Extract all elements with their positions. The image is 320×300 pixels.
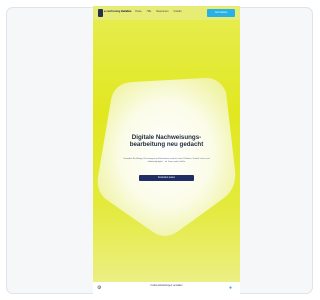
chat-icon[interactable]: ● <box>229 285 232 291</box>
hero-shape <box>97 77 236 236</box>
cookie-bar: ⚙ Cookie-Einstellungen verwalten ● <box>93 282 240 294</box>
site-logo[interactable]: e-rechnung service <box>98 9 132 17</box>
settings-icon[interactable]: ⚙ <box>97 285 101 291</box>
nav-link-hilfe[interactable]: Hilfe <box>147 11 152 14</box>
nav-cta-button[interactable]: Jetzt starten <box>207 9 235 17</box>
nav-link-produkte[interactable]: Produkte <box>121 11 130 14</box>
hero-headline: Digitale Nachweisungs-bearbeitung neu ge… <box>129 134 204 148</box>
logo-mark-icon <box>98 9 103 17</box>
hero-section: Digitale Nachweisungs-bearbeitung neu ge… <box>93 20 240 282</box>
site-header: e-rechnung service Produkte Preise Hilfe… <box>93 6 240 20</box>
cookie-bar-text[interactable]: Cookie-Einstellungen verwalten <box>133 285 200 288</box>
nav-link-ressourcen[interactable]: Ressourcen <box>156 11 168 14</box>
hero-subtext: Verwalten Sie Belege, Rechnungen und Nac… <box>123 158 210 163</box>
nav-links: Produkte Preise Hilfe Ressourcen Kontakt <box>121 11 181 14</box>
website-preview: e-rechnung service Produkte Preise Hilfe… <box>93 6 240 294</box>
nav-link-preise[interactable]: Preise <box>135 11 142 14</box>
nav-link-kontakt[interactable]: Kontakt <box>174 11 182 14</box>
hero-cta-button[interactable]: Kostenlos testen <box>139 175 194 181</box>
